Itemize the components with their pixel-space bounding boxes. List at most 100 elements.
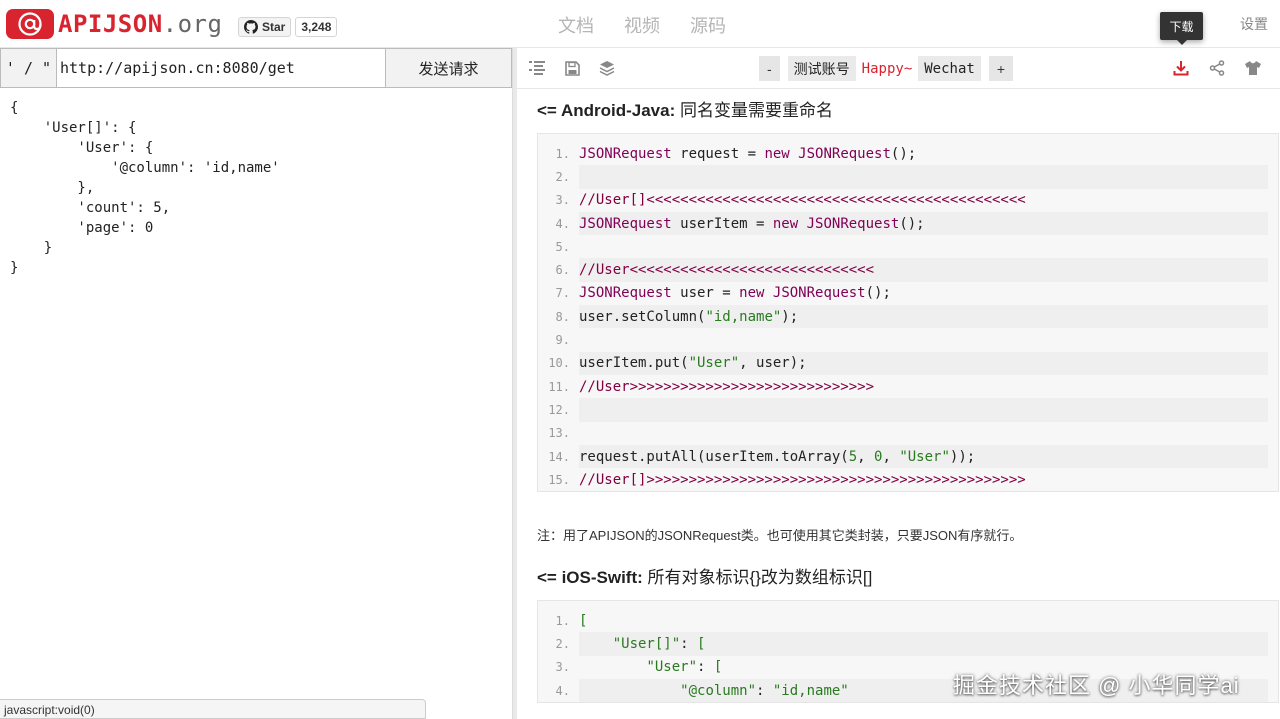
logo-tld: .org — [162, 10, 223, 38]
github-star-button[interactable]: Star — [238, 17, 292, 37]
logo-name: APIJSON — [58, 10, 163, 38]
line-number: 14. — [548, 449, 570, 464]
android-section-title: <= Android-Java: 同名变量需要重命名 — [537, 96, 833, 121]
at-logo-icon — [6, 9, 54, 39]
code-text — [579, 235, 1268, 259]
account-test[interactable]: 测试账号 — [787, 56, 856, 81]
code-text — [579, 328, 1268, 352]
send-request-button[interactable]: 发送请求 — [385, 48, 512, 88]
code-text — [579, 398, 1268, 422]
request-pane: ' / " 发送请求 { 'User[]': { 'User': { '@col… — [0, 48, 512, 719]
line-number: 4. — [555, 216, 570, 231]
code-text: //User<<<<<<<<<<<<<<<<<<<<<<<<<<<<< — [579, 258, 1268, 282]
android-title-rest: 同名变量需要重命名 — [675, 101, 833, 120]
note-text: 注：用了APIJSON的JSONRequest类。也可使用其它类封装，只要JSO… — [537, 528, 1023, 543]
code-text: JSONRequest user = new JSONRequest (); — [579, 281, 1268, 306]
nav-videos[interactable]: 视频 — [624, 12, 660, 38]
ios-title-prefix: <= iOS-Swift: — [537, 568, 643, 587]
code-text: //User[]<<<<<<<<<<<<<<<<<<<<<<<<<<<<<<<<… — [579, 188, 1268, 212]
line-number: 3. — [555, 660, 570, 675]
save-icon[interactable] — [562, 58, 582, 78]
code-line: 4. JSONRequest userItem = new JSONRequest… — [538, 211, 1268, 236]
line-number: 10. — [548, 356, 570, 371]
code-line: 14. request.putAll(userItem.toArray(5, 0,… — [538, 444, 1268, 469]
line-number: 4. — [555, 683, 570, 698]
line-number: 7. — [555, 286, 570, 301]
line-number: 5. — [555, 239, 570, 254]
line-number: 3. — [555, 193, 570, 208]
account-happy[interactable]: Happy~ — [855, 56, 919, 81]
code-text: //User>>>>>>>>>>>>>>>>>>>>>>>>>>>>> — [579, 374, 1268, 399]
line-number: 13. — [548, 426, 570, 441]
github-star-widget[interactable]: Star 3,248 — [238, 17, 338, 37]
code-line: 15. //User[]>>>>>>>>>>>>>>>>>>>>>>>>>>>>>… — [538, 468, 1268, 492]
line-number: 11. — [548, 379, 570, 394]
top-nav: 文档 视频 源码 — [558, 12, 726, 38]
response-pane: <= Android-Java: 同名变量需要重命名 1. JSONRequest… — [517, 89, 1280, 719]
code-line: 6. //User<<<<<<<<<<<<<<<<<<<<<<<<<<<<< — [538, 258, 1268, 282]
code-line: 11. //User>>>>>>>>>>>>>>>>>>>>>>>>>>>>> — [538, 374, 1268, 399]
url-bar: ' / " 发送请求 — [0, 48, 512, 88]
code-line: 13. — [538, 421, 1268, 445]
shirt-icon[interactable] — [1243, 58, 1263, 78]
url-input[interactable] — [57, 48, 385, 88]
account-plus-button[interactable]: + — [988, 56, 1014, 81]
line-number: 8. — [555, 309, 570, 324]
github-icon — [244, 20, 258, 34]
code-line: 2. "User[]": [ — [538, 632, 1268, 656]
code-line: 9. — [538, 328, 1268, 352]
code-text: JSONRequest request = new JSONRequest (); — [579, 142, 1268, 166]
watermark: 掘金技术社区 @ 小华同学ai — [953, 673, 1240, 698]
code-line: 12. — [538, 398, 1268, 422]
code-text — [579, 165, 1268, 189]
top-header: APIJSON.org Star 3,248 文档 视频 源码 设置 — [0, 0, 1280, 48]
list-icon[interactable] — [527, 58, 547, 78]
request-json-editor[interactable]: { 'User[]': { 'User': { '@column': 'id,n… — [10, 98, 280, 278]
response-toolbar: - 测试账号 Happy~ Wechat + — [517, 48, 1280, 89]
line-number: 9. — [555, 333, 570, 348]
ios-title-rest: 所有对象标识{}改为数组标识[] — [642, 568, 873, 587]
line-number: 15. — [548, 472, 570, 487]
nav-source[interactable]: 源码 — [690, 12, 726, 38]
apijson-logo[interactable]: APIJSON.org — [6, 9, 222, 39]
layers-icon[interactable] — [597, 58, 617, 78]
ios-section-title: <= iOS-Swift: 所有对象标识{}改为数组标识[] — [537, 563, 872, 588]
code-line: 3. //User[]<<<<<<<<<<<<<<<<<<<<<<<<<<<<<<… — [538, 188, 1268, 212]
line-number: 12. — [548, 402, 570, 417]
code-line: 7. JSONRequest user = new JSONRequest (); — [538, 281, 1268, 306]
nav-docs[interactable]: 文档 — [558, 12, 594, 38]
download-tooltip: 下载 — [1160, 12, 1203, 45]
quote-toggle-button[interactable]: ' / " — [0, 48, 57, 88]
account-wechat[interactable]: Wechat — [918, 56, 981, 81]
settings-link[interactable]: 设置 — [1240, 14, 1268, 34]
code-line: 1. [ — [538, 609, 1268, 633]
code-line: 10. userItem.put("User", user); — [538, 351, 1268, 375]
logo-text: APIJSON.org — [58, 10, 222, 38]
code-line: 5. — [538, 235, 1268, 259]
android-code-block: 1. JSONRequest request = new JSONRequest(… — [537, 133, 1279, 493]
code-line: 1. JSONRequest request = new JSONRequest(… — [538, 142, 1268, 166]
share-icon[interactable] — [1207, 58, 1227, 78]
code-line: 8. user.setColumn("id,name"); — [538, 305, 1268, 329]
code-text: //User[]>>>>>>>>>>>>>>>>>>>>>>>>>>>>>>>>… — [579, 468, 1268, 492]
code-text — [579, 421, 1268, 445]
account-switcher: - 测试账号 Happy~ Wechat + — [759, 56, 1014, 81]
code-text: "User[]": [ — [579, 632, 1268, 656]
line-number: 2. — [555, 636, 570, 651]
star-count[interactable]: 3,248 — [295, 17, 338, 37]
code-text: request.putAll(userItem.toArray(5, 0, "U… — [579, 444, 1268, 469]
download-icon[interactable] — [1171, 58, 1191, 78]
browser-status-bar: javascript:void(0) — [0, 699, 426, 719]
code-text: userItem.put("User", user); — [579, 351, 1268, 375]
line-number: 6. — [555, 263, 570, 278]
code-text: user.setColumn("id,name"); — [579, 305, 1268, 329]
code-line: 2. — [538, 165, 1268, 189]
account-minus-button[interactable]: - — [759, 56, 780, 81]
line-number: 1. — [555, 146, 570, 161]
line-number: 2. — [555, 169, 570, 184]
line-number: 1. — [555, 613, 570, 628]
code-text: JSONRequest userItem = new JSONRequest()… — [579, 211, 1268, 236]
code-text: [ — [579, 609, 1268, 633]
star-label: Star — [262, 20, 286, 34]
android-title-prefix: <= Android-Java: — [537, 101, 676, 120]
